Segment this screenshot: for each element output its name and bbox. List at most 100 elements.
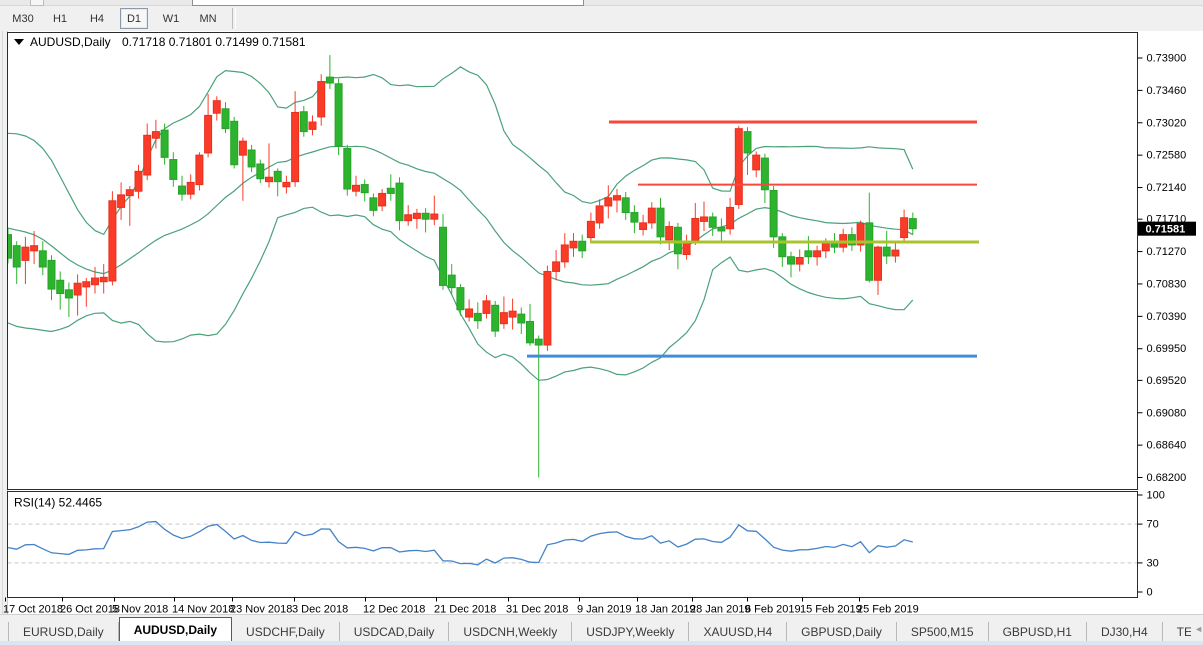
symbol-tab-usdjpy[interactable]: USDJPY,Weekly [572, 622, 689, 642]
symbol-tab-audusd[interactable]: AUDUSD,Daily [119, 617, 232, 642]
date-axis-label: 17 Oct 2018 [3, 604, 63, 615]
candle-bearish [631, 213, 638, 223]
candle-bullish [553, 262, 560, 272]
candle-bullish [109, 201, 116, 281]
chart-canvas[interactable]: 0.739000.734600.730200.725800.721400.717… [0, 31, 1203, 614]
candle-bullish [892, 250, 899, 256]
price-axis-label: 0.68200 [1147, 472, 1187, 484]
candle-bearish [370, 198, 377, 211]
candle-bullish [561, 245, 568, 262]
chart-title-symbol: AUDUSD,Daily [30, 35, 111, 49]
timeframe-button-h4[interactable]: H4 [83, 8, 111, 29]
window-bottom-edge [0, 641, 1203, 645]
candle-bullish [144, 135, 151, 175]
candle-bearish [161, 130, 168, 157]
symbol-tab-sp500[interactable]: SP500,M15 [897, 622, 989, 642]
candle-bullish [22, 247, 29, 260]
candle-bearish [718, 227, 725, 231]
date-axis-label: 18 Jan 2019 [635, 604, 696, 615]
candle-bearish [492, 305, 499, 331]
candle-bullish [92, 278, 99, 285]
candle-bearish [170, 160, 177, 180]
candle-bullish [152, 132, 159, 139]
candle-bearish [770, 190, 777, 236]
timeframe-button-mn[interactable]: MN [194, 8, 222, 29]
candle-bullish [283, 182, 290, 186]
candle-bullish [753, 155, 760, 170]
symbol-tab-eurusd[interactable]: EURUSD,Daily [8, 622, 119, 642]
candle-bearish [335, 84, 342, 147]
rsi-axis-label: 70 [1147, 519, 1159, 531]
price-axis-label: 0.70830 [1147, 278, 1187, 290]
candle-bullish [213, 101, 220, 114]
timeframe-toolbar: M30 H1 H4 D1 W1 MN [0, 6, 1203, 32]
candle-bullish [614, 196, 621, 200]
candle-bearish [48, 260, 55, 289]
candle-bullish [292, 112, 299, 181]
candle-bullish [587, 221, 594, 237]
candle-bearish [779, 237, 786, 257]
candle-bearish [39, 251, 46, 267]
candle-bearish [300, 112, 307, 132]
candle-bullish [31, 246, 38, 251]
tab-scroll-left-icon[interactable]: ◄ [1191, 621, 1203, 637]
candle-bullish [735, 129, 742, 205]
timeframe-button-h1[interactable]: H1 [46, 8, 74, 29]
date-axis-label: 26 Oct 2018 [60, 604, 120, 615]
candle-bearish [457, 288, 464, 310]
candle-bearish [387, 188, 394, 193]
candle-bearish [883, 247, 890, 256]
candle-bullish [640, 223, 647, 230]
main-chart-panel[interactable] [8, 33, 1138, 490]
price-axis-label: 0.69080 [1147, 407, 1187, 419]
candle-bullish [135, 171, 142, 191]
symbol-tab-tech100[interactable]: TECH100,H [1163, 622, 1191, 642]
candle-bullish [822, 243, 829, 251]
timeframe-button-d1[interactable]: D1 [120, 8, 148, 29]
symbol-tab-dj30[interactable]: DJ30,H4 [1087, 622, 1163, 642]
candle-bearish [257, 164, 264, 179]
candle-bullish [570, 241, 577, 248]
rsi-panel[interactable] [8, 492, 1138, 598]
rsi-indicator-label: RSI(14) 52.4465 [14, 496, 102, 510]
candle-bearish [361, 185, 368, 193]
candle-bearish [248, 150, 255, 167]
symbol-tab-usdcad[interactable]: USDCAD,Daily [340, 622, 450, 642]
symbol-tab-gbpusd[interactable]: GBPUSD,Daily [787, 622, 897, 642]
current-price-tag-text: 0.71581 [1146, 224, 1186, 236]
candle-bullish [544, 271, 551, 345]
candle-bearish [788, 257, 795, 264]
symbol-tab-bar: EURUSD,DailyAUDUSD,DailyUSDCHF,DailyUSDC… [0, 614, 1203, 642]
rsi-axis-label: 0 [1147, 587, 1153, 599]
candle-bullish [701, 217, 708, 221]
price-axis-label: 0.69520 [1147, 375, 1187, 387]
chart-window[interactable]: 0.739000.734600.730200.725800.721400.717… [0, 31, 1203, 614]
date-axis-label: 6 Feb 2019 [745, 604, 801, 615]
date-axis-label: 28 Jan 2019 [690, 604, 751, 615]
price-axis-label: 0.73900 [1147, 53, 1187, 65]
candle-bearish [422, 213, 429, 219]
candle-bearish [179, 186, 186, 194]
timeframe-button-m30[interactable]: M30 [9, 8, 37, 29]
candle-bearish [231, 121, 238, 164]
price-axis-label: 0.70390 [1147, 311, 1187, 323]
candle-bullish [596, 206, 603, 223]
symbol-tab-usdcnh[interactable]: USDCNH,Weekly [449, 622, 572, 642]
symbol-tab-gbpusd[interactable]: GBPUSD,H1 [989, 622, 1087, 642]
candle-bearish [527, 321, 534, 342]
candle-bearish [5, 235, 12, 259]
rsi-axis-label: 100 [1147, 490, 1165, 502]
timeframe-button-w1[interactable]: W1 [157, 8, 185, 29]
symbol-tab-usdchf[interactable]: USDCHF,Daily [232, 622, 340, 642]
candle-bearish [344, 149, 351, 189]
candle-bullish [413, 213, 420, 218]
date-axis-label: 31 Dec 2018 [506, 604, 568, 615]
candle-bearish [65, 290, 72, 298]
candle-bullish [648, 208, 655, 223]
candle-bearish [518, 314, 525, 323]
date-axis-label: 3 Dec 2018 [292, 604, 348, 615]
candle-bearish [13, 246, 20, 267]
date-axis-label: 9 Jan 2019 [577, 604, 631, 615]
symbol-tab-xauusd[interactable]: XAUUSD,H4 [689, 622, 787, 642]
candle-bullish [100, 277, 107, 281]
